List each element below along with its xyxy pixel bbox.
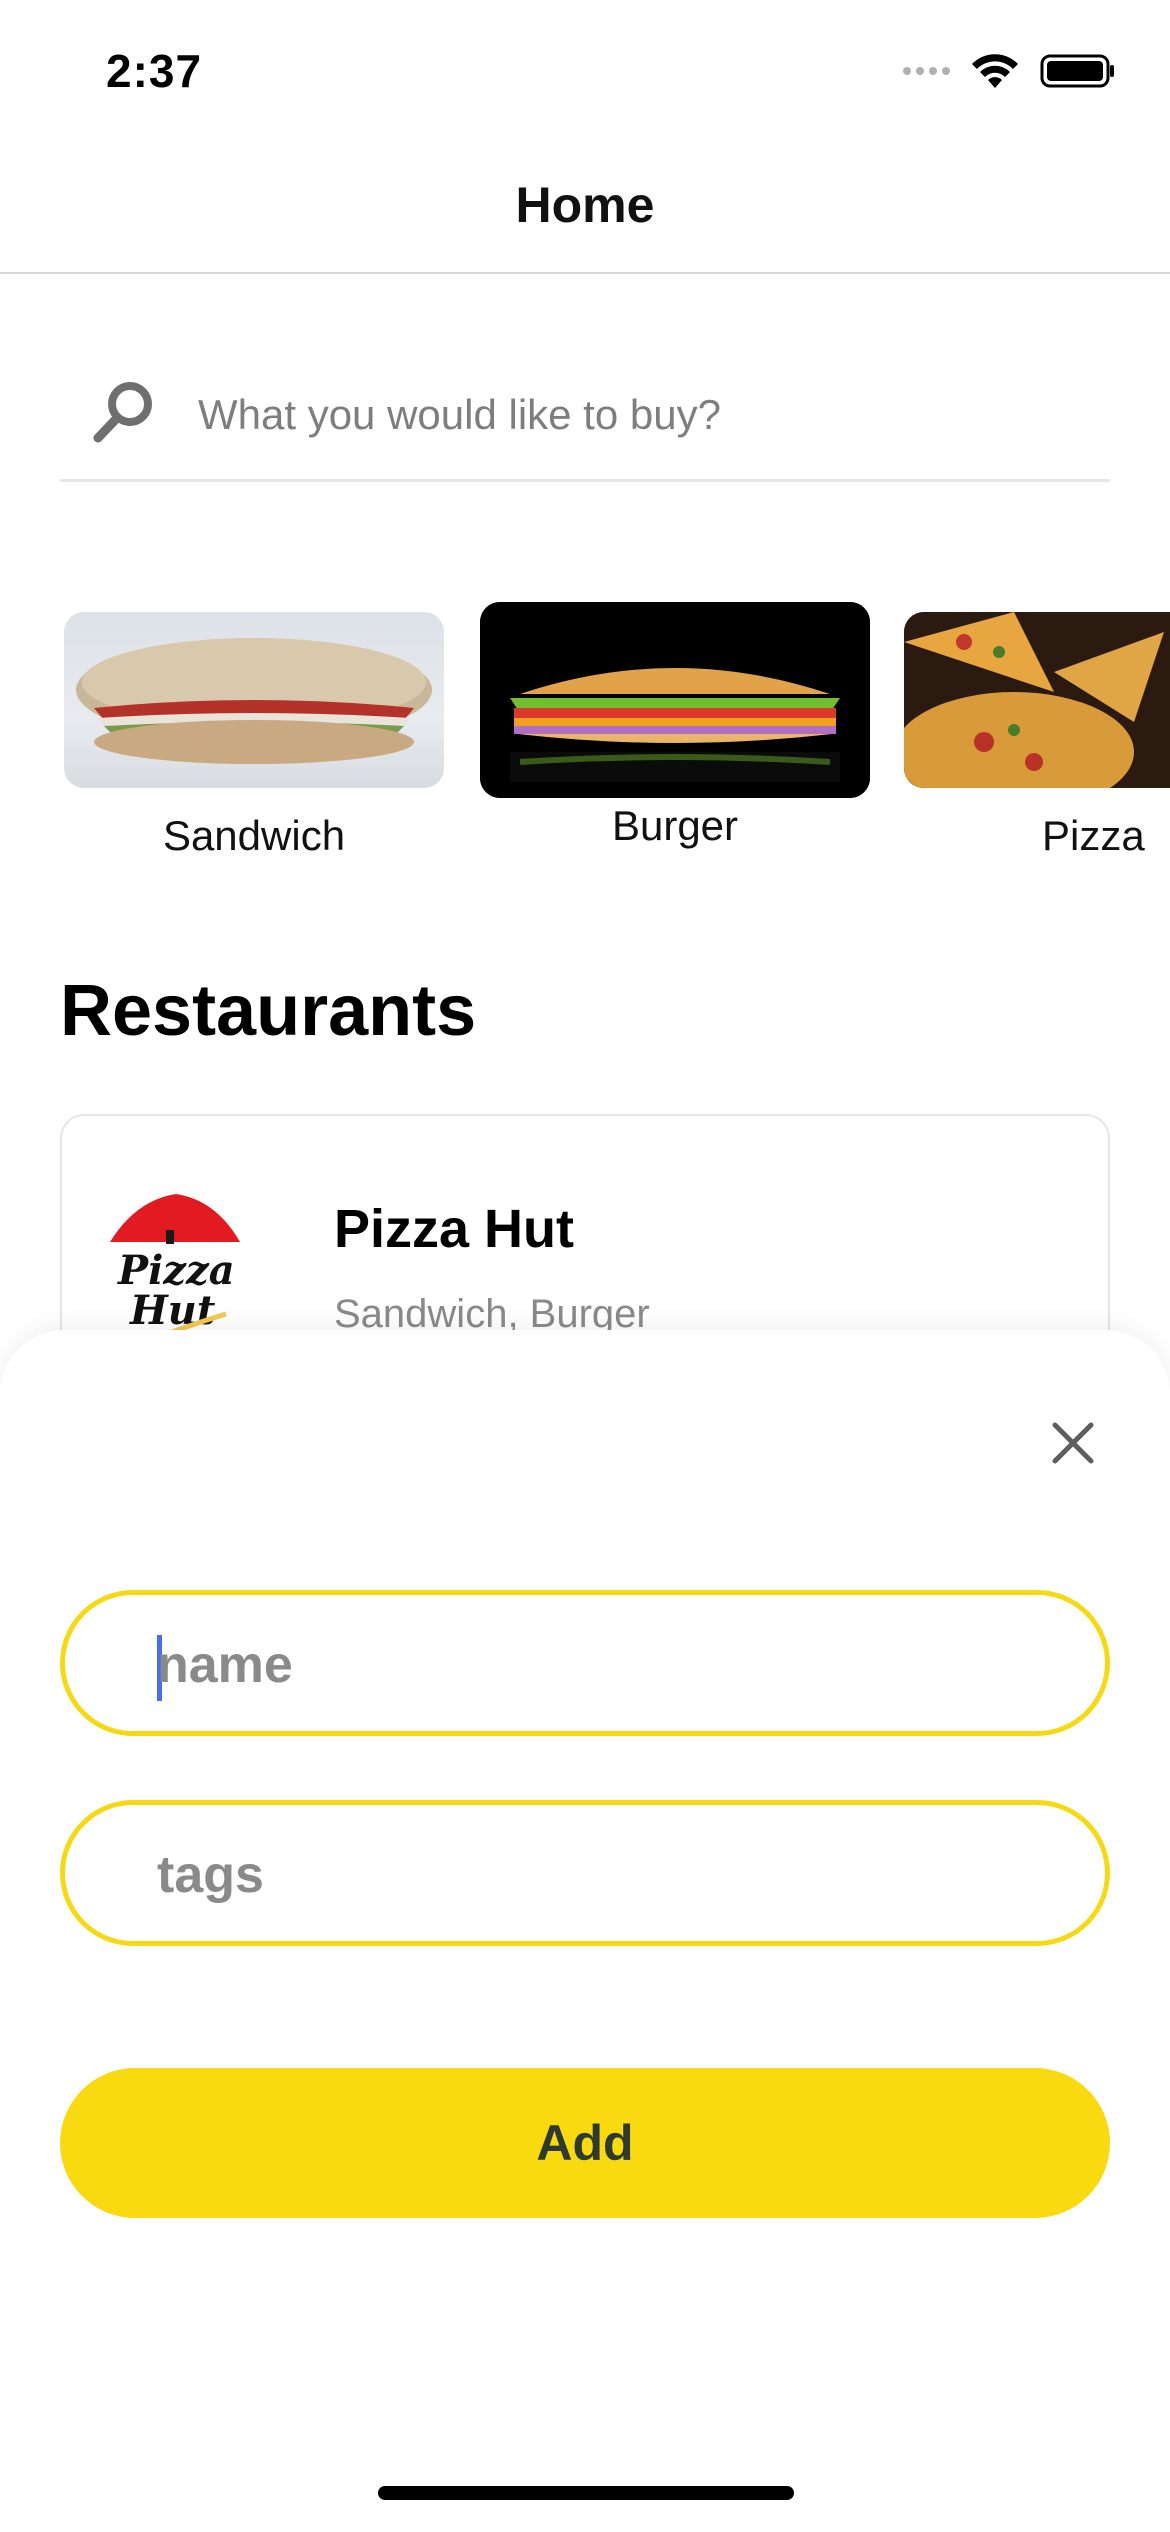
category-carousel[interactable]: Sandwich Burger Pizza <box>0 600 1170 860</box>
name-field[interactable] <box>60 1590 1110 1736</box>
add-restaurant-sheet: Add <box>0 1330 1170 2532</box>
category-label: Burger <box>611 802 739 849</box>
add-button[interactable]: Add <box>60 2068 1110 2218</box>
category-pizza[interactable]: Pizza <box>904 612 1170 859</box>
category-sandwich[interactable]: Sandwich <box>64 612 444 859</box>
sandwich-image <box>64 612 444 788</box>
cellular-signal-icon <box>903 67 950 75</box>
category-label: Sandwich <box>162 812 346 859</box>
close-icon <box>1052 1422 1094 1464</box>
restaurant-name: Pizza Hut <box>334 1199 575 1259</box>
tags-field[interactable] <box>60 1800 1110 1946</box>
svg-text:Hut: Hut <box>129 1287 216 1334</box>
tags-input[interactable] <box>155 1835 1055 1915</box>
search-icon <box>93 382 152 443</box>
search-bar[interactable] <box>60 350 1110 482</box>
page-title: Home <box>515 177 655 233</box>
pizza-image <box>904 612 1170 788</box>
battery-icon <box>1040 54 1114 88</box>
restaurant-logo: Pizza Hut <box>110 1194 240 1337</box>
home-indicator[interactable] <box>378 2486 794 2500</box>
burger-image <box>480 602 870 798</box>
search-input[interactable] <box>196 380 1076 450</box>
status-bar: 2:37 <box>0 0 1170 140</box>
app-screen: 2:37 Home What you would like to buy? Sa… <box>0 0 1170 2532</box>
navigation-bar: Home <box>0 140 1170 274</box>
category-burger[interactable]: Burger <box>480 602 870 849</box>
category-label: Pizza <box>1042 812 1145 859</box>
add-button-label: Add <box>536 2115 634 2171</box>
name-input[interactable] <box>155 1625 1055 1705</box>
wifi-icon <box>972 54 1018 88</box>
status-time: 2:37 <box>106 45 203 97</box>
close-button[interactable] <box>1036 1406 1110 1480</box>
section-title-restaurants: Restaurants <box>60 971 477 1051</box>
status-icons <box>903 52 1116 90</box>
